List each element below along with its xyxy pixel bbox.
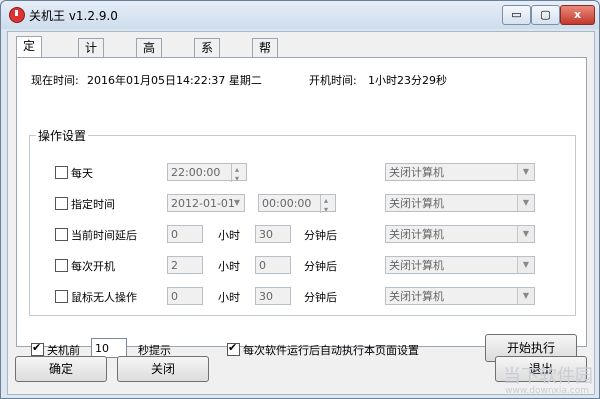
daily-checkbox[interactable] bbox=[55, 166, 68, 179]
on-boot-action-select[interactable]: 关闭计算机 ▼ bbox=[385, 256, 535, 274]
specified-time-field[interactable]: 00:00:00 bbox=[258, 192, 336, 219]
tab-plan-tasks[interactable]: 计划任务 bbox=[78, 38, 105, 112]
app-window: 关机王 v1.2.9.0 ▭ ▢ x 定时关机 计划任务 高级功能 系统设置 帮… bbox=[0, 0, 600, 399]
prompt-before-shutdown-checkbox[interactable] bbox=[31, 341, 44, 356]
mouse-idle-action-select[interactable]: 关闭计算机 ▼ bbox=[385, 287, 535, 305]
chevron-down-icon[interactable]: ▼ bbox=[517, 257, 534, 273]
tab-help[interactable]: 帮助 bbox=[252, 38, 279, 74]
close-button[interactable]: 关闭 bbox=[117, 356, 209, 382]
watermark-url: www.downxia.com bbox=[505, 386, 589, 396]
chevron-down-icon[interactable]: ▼ bbox=[517, 195, 534, 211]
specified-action-value: 关闭计算机 bbox=[389, 197, 444, 210]
chevron-down-icon[interactable]: ▼ bbox=[517, 164, 534, 180]
delay-action-select[interactable]: 关闭计算机 ▼ bbox=[385, 225, 535, 243]
tab-system-settings[interactable]: 系统设置 bbox=[194, 38, 221, 112]
minutes-unit-label: 分钟后 bbox=[304, 229, 337, 242]
minutes-unit-label: 分钟后 bbox=[304, 291, 337, 304]
mouse-idle-checkbox[interactable] bbox=[55, 290, 68, 303]
group-title: 操作设置 bbox=[36, 127, 89, 144]
daily-label: 每天 bbox=[71, 167, 93, 180]
specified-action-select[interactable]: 关闭计算机 ▼ bbox=[385, 194, 535, 212]
prompt-seconds-input[interactable]: 10 bbox=[91, 338, 127, 358]
specified-time-value: 00:00:00 bbox=[262, 197, 312, 210]
delay-minutes-field[interactable]: 30 bbox=[255, 225, 291, 243]
ok-button[interactable]: 确定 bbox=[15, 356, 107, 382]
specified-date-field[interactable]: 2012-01-01 ▼ bbox=[167, 194, 245, 212]
close-window-button[interactable]: x bbox=[560, 5, 595, 25]
daily-action-select[interactable]: 关闭计算机 ▼ bbox=[385, 163, 535, 181]
daily-action-value: 关闭计算机 bbox=[389, 166, 444, 179]
chevron-down-icon[interactable]: ▼ bbox=[517, 226, 534, 242]
power-icon bbox=[9, 7, 25, 23]
delay-hours-field[interactable]: 0 bbox=[167, 225, 203, 243]
hours-unit-label: 小时 bbox=[218, 229, 240, 242]
delay-action-value: 关闭计算机 bbox=[389, 228, 444, 241]
mouse-idle-hours-field[interactable]: 0 bbox=[167, 287, 203, 305]
maximize-button[interactable]: ▢ bbox=[531, 5, 560, 25]
mouse-idle-label: 鼠标无人操作 bbox=[71, 291, 137, 304]
daily-time-value: 22:00:00 bbox=[171, 166, 221, 179]
title-bar[interactable]: 关机王 v1.2.9.0 ▭ ▢ x bbox=[1, 1, 599, 29]
autorun-checkbox[interactable] bbox=[227, 341, 240, 356]
on-boot-action-value: 关闭计算机 bbox=[389, 259, 444, 272]
tab-advanced[interactable]: 高级功能 bbox=[136, 38, 163, 112]
time-spinner-icon[interactable] bbox=[320, 192, 335, 219]
current-time-value: 2016年01月05日14:22:37 星期二 bbox=[87, 74, 262, 87]
watermark-text: 当下软件园 bbox=[503, 366, 593, 387]
on-boot-hours-field[interactable]: 2 bbox=[167, 256, 203, 274]
hours-unit-label: 小时 bbox=[218, 260, 240, 273]
client-area: 定时关机 计划任务 高级功能 系统设置 帮助 现在时间: 2016年01月05日… bbox=[7, 31, 595, 395]
tab-scheduled-shutdown[interactable]: 定时关机 bbox=[16, 36, 43, 110]
specified-date-value: 2012-01-01 bbox=[171, 197, 235, 210]
minimize-button[interactable]: ▭ bbox=[502, 5, 531, 25]
on-boot-checkbox[interactable] bbox=[55, 259, 68, 272]
uptime-value: 1小时23分29秒 bbox=[368, 74, 447, 87]
specified-time-label: 指定时间 bbox=[71, 198, 115, 211]
chevron-down-icon[interactable]: ▼ bbox=[517, 288, 534, 304]
time-spinner-icon[interactable] bbox=[231, 161, 246, 188]
uptime-label: 开机时间: bbox=[309, 74, 357, 87]
autorun-label: 每次软件运行后自动执行本页面设置 bbox=[243, 344, 419, 357]
window-title: 关机王 v1.2.9.0 bbox=[29, 9, 118, 23]
on-boot-label: 每次开机 bbox=[71, 260, 115, 273]
current-time-label: 现在时间: bbox=[31, 74, 79, 87]
on-boot-minutes-field[interactable]: 0 bbox=[255, 256, 291, 274]
specified-time-checkbox[interactable] bbox=[55, 197, 68, 210]
hours-unit-label: 小时 bbox=[218, 291, 240, 304]
delay-checkbox[interactable] bbox=[55, 228, 68, 241]
mouse-idle-minutes-field[interactable]: 30 bbox=[255, 287, 291, 305]
delay-label: 当前时间延后 bbox=[71, 229, 137, 242]
daily-time-field[interactable]: 22:00:00 bbox=[167, 161, 247, 188]
minutes-unit-label: 分钟后 bbox=[304, 260, 337, 273]
calendar-dropdown-icon[interactable]: ▼ bbox=[230, 195, 244, 211]
mouse-idle-action-value: 关闭计算机 bbox=[389, 290, 444, 303]
tab-panel: 现在时间: 2016年01月05日14:22:37 星期二 开机时间: 1小时2… bbox=[16, 57, 587, 362]
